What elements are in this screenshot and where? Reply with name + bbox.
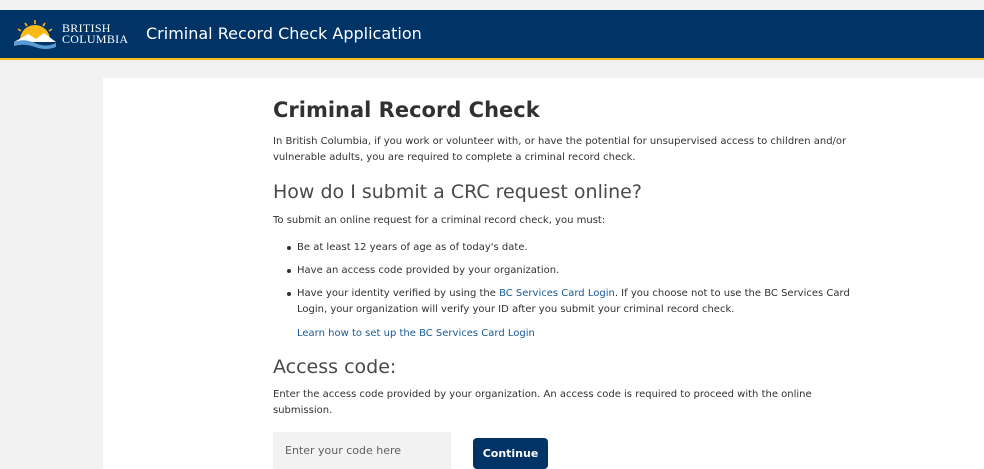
bc-sun-logo-icon xyxy=(14,20,56,49)
list-item-text: Have your identity verified by using the… xyxy=(297,286,857,318)
bc-logo[interactable]: BRITISH COLUMBIA xyxy=(12,16,132,52)
bullet-dot xyxy=(287,246,291,250)
list-item: Be at least 12 years of age as of today'… xyxy=(279,240,859,256)
main-content: Criminal Record Check In British Columbi… xyxy=(103,78,984,469)
continue-button[interactable]: Continue xyxy=(473,438,548,469)
app-title: Criminal Record Check Application xyxy=(146,24,422,43)
bc-logo-text: BRITISH COLUMBIA xyxy=(62,22,129,46)
access-code-intro: Enter the access code provided by your o… xyxy=(273,389,812,416)
list-item-text: Be at least 12 years of age as of today'… xyxy=(297,242,528,253)
list-item: Have an access code provided by your org… xyxy=(279,263,859,279)
submit-intro-text: To submit an online request for a crimin… xyxy=(273,215,606,226)
bc-services-card-login-link[interactable]: BC Services Card Login xyxy=(499,288,615,299)
list-item-text: Have an access code provided by your org… xyxy=(297,265,560,276)
intro-text: In British Columbia, if you work or volu… xyxy=(273,136,847,163)
bullet-dot xyxy=(287,269,291,273)
bullet3-before: Have your identity verified by using the xyxy=(297,288,500,299)
browser-top-strip xyxy=(0,0,984,10)
bullet-dot xyxy=(287,292,291,296)
access-code-input[interactable] xyxy=(273,432,451,469)
access-code-heading: Access code: xyxy=(273,356,397,378)
submit-heading: How do I submit a CRC request online? xyxy=(273,181,642,203)
page-title: Criminal Record Check xyxy=(273,98,540,122)
learn-setup-link[interactable]: Learn how to set up the BC Services Card… xyxy=(297,326,535,342)
app-header: BRITISH COLUMBIA Criminal Record Check A… xyxy=(0,10,984,60)
logo-line-2: COLUMBIA xyxy=(62,32,129,46)
